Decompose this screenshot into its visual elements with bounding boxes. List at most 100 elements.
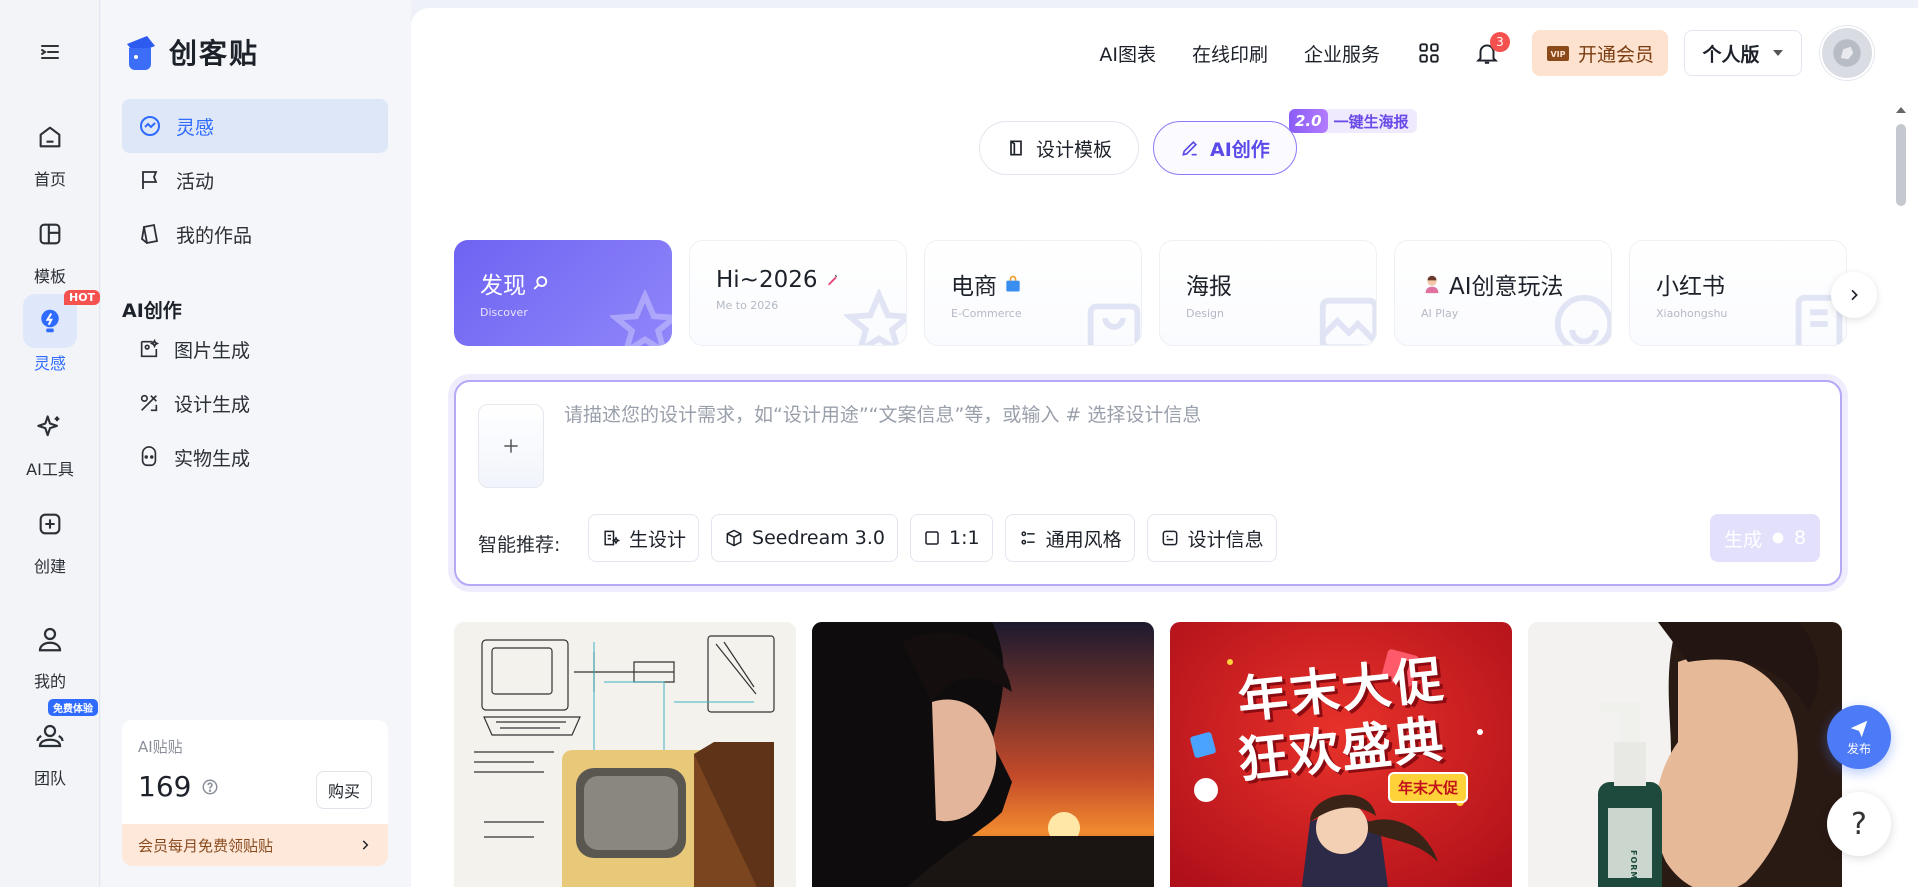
generate-label: 生成 [1723, 528, 1762, 551]
option-chips: 生设计 Seedream 3.0 1:1 通用风格 设计信息 [588, 514, 1277, 562]
avatar[interactable] [1820, 26, 1874, 80]
page-scrollbar[interactable] [1894, 104, 1908, 887]
vip-icon: VIP [1546, 43, 1570, 63]
category-hi-2026[interactable]: Hi~2026 Me to 2026 [689, 240, 907, 346]
gallery-card-skincare-model[interactable]: FORMULA [1528, 622, 1842, 887]
generate-button[interactable]: 生成 8 [1710, 514, 1820, 562]
points-value-row: 169 [138, 770, 219, 803]
category-xiaohongshu[interactable]: 小红书 Xiaohongshu [1629, 240, 1847, 346]
help-circle-icon[interactable] [201, 778, 219, 796]
main-content: AI图表 在线印刷 企业服务 3 VIP 开通会员 个人版 设计模板 AI创作 … [411, 8, 1918, 887]
ai-character-icon [1421, 273, 1443, 295]
sidebar-item-my-works[interactable]: 我的作品 [122, 207, 388, 261]
buy-points-button[interactable]: 购买 [316, 771, 372, 809]
ai-version-badge: 2.0 一键生海报 [1289, 109, 1417, 133]
image-deco-icon [1314, 289, 1376, 345]
gallery-card-sunset-portrait[interactable] [812, 622, 1154, 887]
scroll-up-icon[interactable] [1894, 104, 1908, 116]
version-select[interactable]: 个人版 [1684, 30, 1802, 76]
sidebar-item-design-gen[interactable]: 设计生成 [122, 377, 388, 429]
logo[interactable]: 创客贴 [121, 32, 259, 72]
logo-icon [121, 32, 161, 72]
logo-text: 创客贴 [169, 37, 260, 70]
sidebar-item-label: 我的作品 [176, 224, 253, 247]
chip-aspect-ratio[interactable]: 1:1 [910, 514, 993, 562]
svg-text:VIP: VIP [1550, 50, 1565, 59]
rail-item-home[interactable]: 首页 [0, 110, 100, 190]
bottle-label: FORMULA [1629, 850, 1638, 887]
square-icon [923, 529, 941, 547]
help-button[interactable]: ? [1827, 792, 1891, 856]
collapse-menu-icon[interactable] [38, 40, 62, 64]
scroll-thumb[interactable] [1896, 124, 1906, 206]
tab-design-templates[interactable]: 设计模板 [979, 121, 1140, 175]
sidebar-item-activities[interactable]: 活动 [122, 153, 388, 207]
prompt-input[interactable] [564, 404, 1814, 426]
rail-item-inspiration[interactable]: HOT 灵感 [0, 290, 101, 374]
sidebar-item-image-gen[interactable]: 图片生成 [122, 323, 388, 375]
top-link-ai-chart[interactable]: AI图表 [1099, 40, 1156, 67]
category-title: 电商 [951, 274, 997, 300]
rail-item-label: 创建 [33, 557, 66, 576]
smiley-icon [138, 446, 160, 468]
smart-recommend-label: 智能推荐: [478, 534, 561, 556]
version-label: 个人版 [1702, 43, 1760, 66]
ai-pen-icon [1180, 138, 1200, 158]
free-trial-badge: 免费体验 [48, 699, 98, 716]
version-number: 2.0 [1289, 109, 1328, 133]
sidebar-item-object-gen[interactable]: 实物生成 [122, 431, 388, 483]
points-value: 169 [138, 770, 192, 803]
chevron-right-icon [1846, 287, 1862, 303]
chip-generate-design[interactable]: 生设计 [588, 514, 700, 562]
secondary-sidebar: 创客贴 灵感 活动 我的作品 AI创作 图片生成 设计生成 实物生成 AI贴贴 … [101, 0, 411, 887]
publish-button[interactable]: 发布 [1827, 705, 1891, 769]
rail-item-label: 我的 [33, 672, 66, 691]
chip-label: 生设计 [629, 528, 687, 551]
rail-item-mine[interactable]: 我的 [0, 612, 100, 692]
gallery-card-retro-tv[interactable] [454, 622, 796, 887]
sidebar-item-inspiration[interactable]: 灵感 [122, 99, 388, 153]
tab-label: AI创作 [1210, 138, 1270, 161]
apps-grid-icon[interactable] [1416, 40, 1442, 66]
upload-reference-button[interactable] [478, 404, 544, 488]
ai-prompt-box: 智能推荐: 生设计 Seedream 3.0 1:1 通用风格 设计信息 [454, 380, 1842, 586]
member-promo-link[interactable]: 会员每月免费领贴贴 [122, 824, 388, 866]
carousel-next-button[interactable] [1831, 272, 1877, 318]
tab-label: 设计模板 [1036, 138, 1113, 161]
bag-deco-icon [1079, 289, 1141, 345]
rail-item-label: 模板 [33, 267, 66, 286]
category-poster[interactable]: 海报 Design [1159, 240, 1377, 346]
rail-item-templates[interactable]: 模板 [0, 207, 100, 287]
ai-creation-heading: AI创作 [122, 300, 182, 322]
open-vip-button[interactable]: VIP 开通会员 [1531, 30, 1668, 76]
mode-tabs: 设计模板 AI创作 [979, 121, 1297, 175]
rail-item-ai-tools[interactable]: AI工具 [0, 400, 100, 480]
chip-style[interactable]: 通用风格 [1004, 514, 1135, 562]
top-link-online-print[interactable]: 在线印刷 [1192, 40, 1268, 67]
chip-label: Seedream 3.0 [752, 527, 886, 549]
cube-icon [724, 528, 744, 548]
paper-plane-icon [1848, 718, 1870, 740]
rail-item-team[interactable]: 免费体验 团队 [0, 699, 100, 789]
category-discover[interactable]: 发现 Discover [454, 240, 672, 346]
chip-model[interactable]: Seedream 3.0 [711, 514, 899, 562]
lightbulb-icon [35, 306, 65, 336]
inspiration-icon [138, 114, 162, 138]
top-link-enterprise[interactable]: 企业服务 [1304, 40, 1380, 67]
rail-item-create[interactable]: 创建 [0, 497, 100, 577]
chip-design-info[interactable]: 设计信息 [1146, 514, 1277, 562]
category-ai-play[interactable]: AI创意玩法 AI Play [1394, 240, 1612, 346]
star-deco-icon [844, 289, 906, 345]
bell-icon[interactable]: 3 [1474, 32, 1510, 66]
generate-cost: 8 [1793, 527, 1807, 549]
sidebar-item-label: 设计生成 [174, 393, 251, 416]
sidebar-item-label: 实物生成 [174, 447, 251, 470]
tab-ai-creation[interactable]: AI创作 [1153, 121, 1297, 175]
category-ecommerce[interactable]: 电商 E-Commerce [924, 240, 1142, 346]
chip-label: 通用风格 [1045, 528, 1122, 551]
gallery-card-year-end-sale[interactable]: 年末大促 狂欢盛典 年末大促 [1170, 622, 1512, 887]
sliders-icon [1018, 528, 1038, 548]
top-nav: AI图表 在线印刷 企业服务 3 VIP 开通会员 个人版 [1099, 8, 1918, 98]
notification-count: 3 [1489, 32, 1510, 52]
works-icon [138, 222, 162, 246]
